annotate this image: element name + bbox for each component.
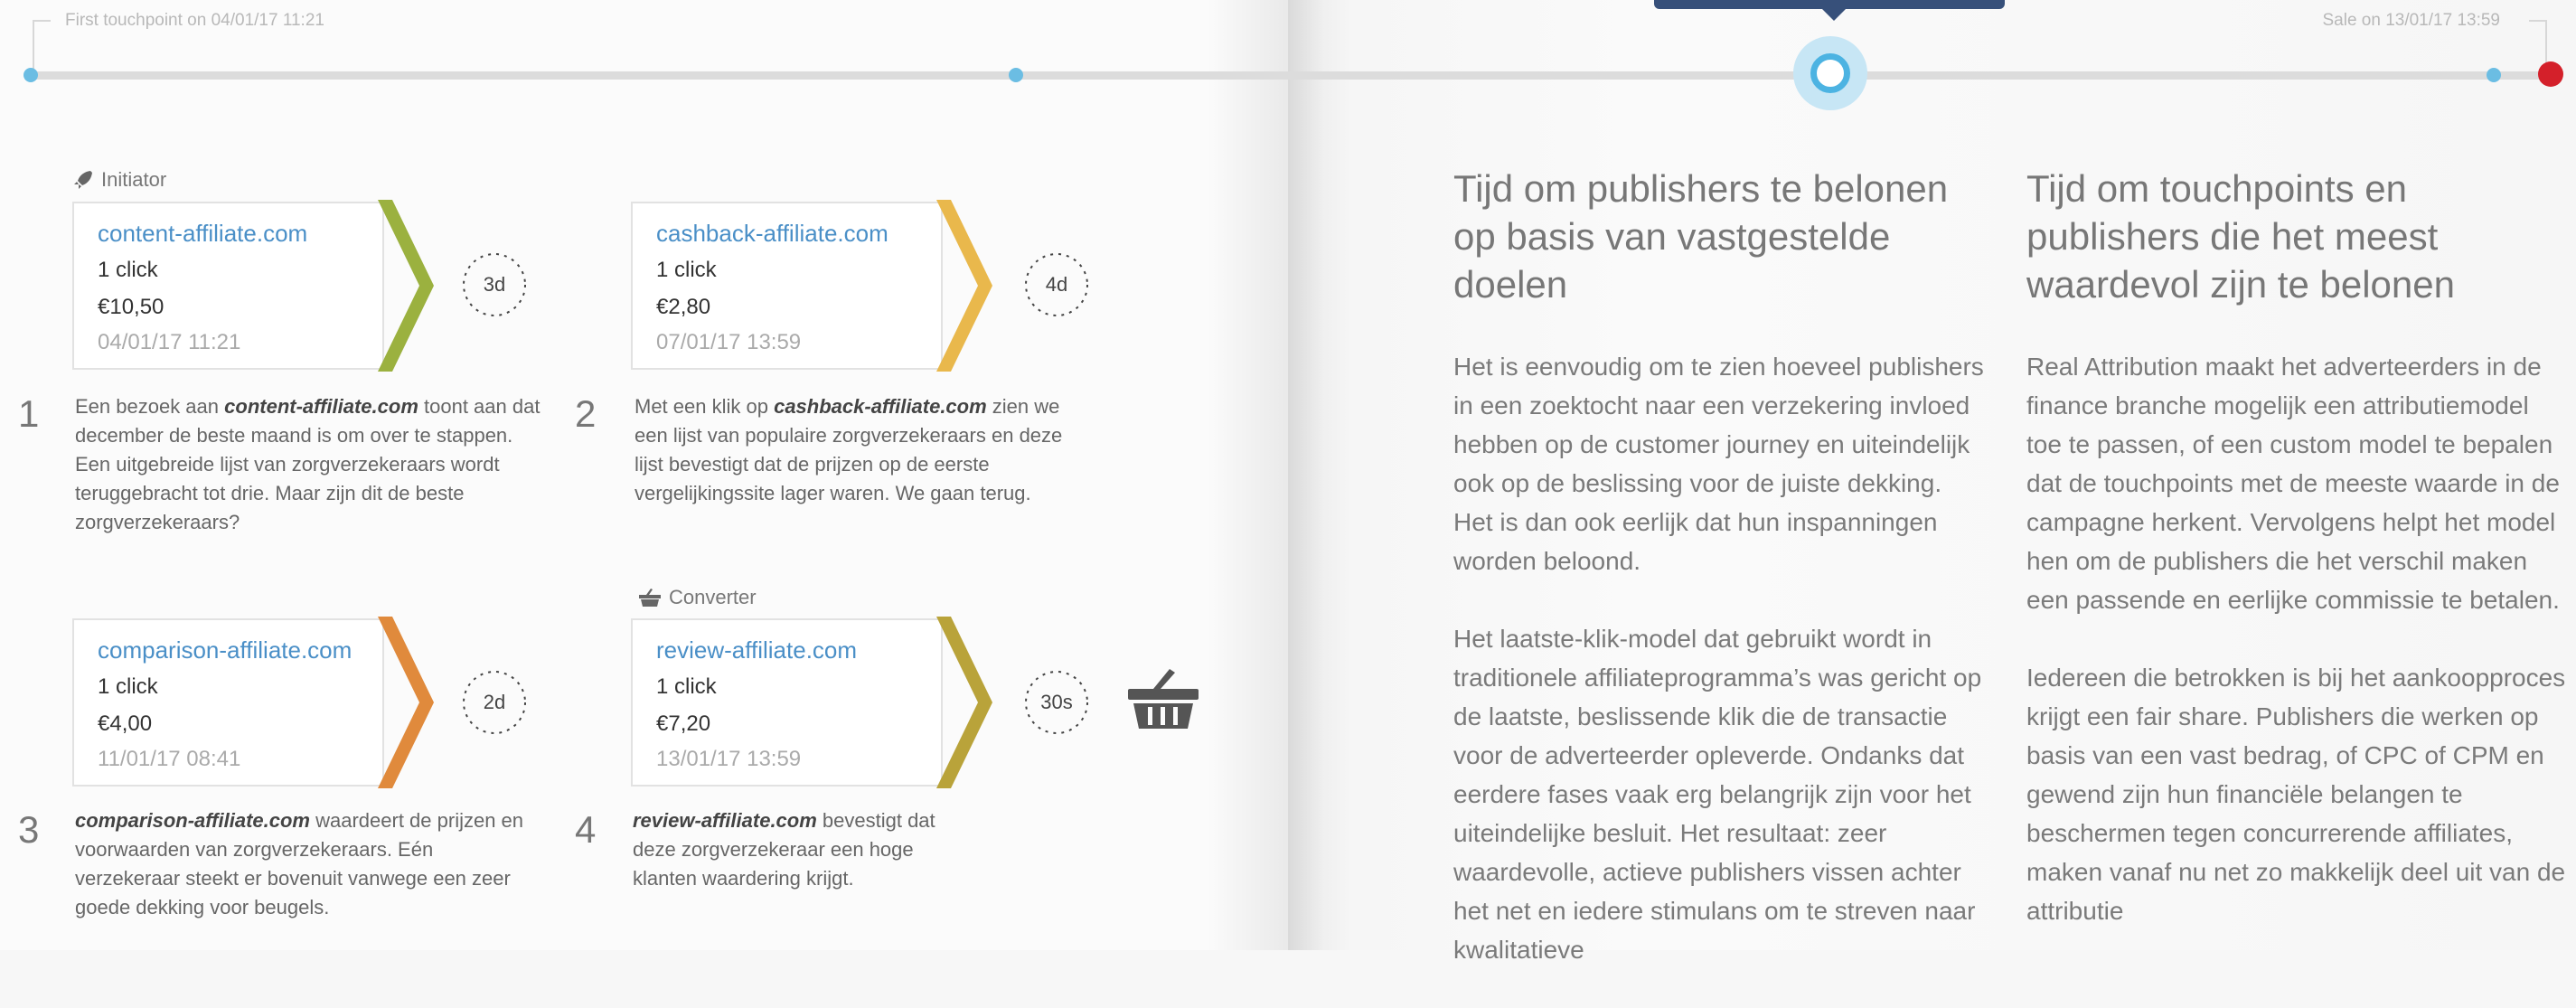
touchpoint-card-1[interactable]: content-affiliate.com 1 click €10,50 04/… — [72, 202, 384, 370]
column-1-title: Tijd om publishers te belonen op basis v… — [1453, 167, 1949, 306]
step-number-4: 4 — [575, 808, 597, 851]
timeline-dot-2[interactable] — [1009, 68, 1023, 82]
step-number-1: 1 — [18, 392, 40, 435]
touchpoint-card-3[interactable]: comparison-affiliate.com 1 click €4,00 1… — [72, 618, 384, 787]
timeline-sale-dot[interactable] — [2538, 61, 2563, 87]
timeline-dot-active[interactable] — [1810, 53, 1850, 93]
card-clicks: 1 click — [656, 258, 717, 282]
timeline-dot-1[interactable] — [24, 68, 38, 82]
role-converter: Converter — [638, 586, 757, 609]
card-clicks: 1 click — [656, 674, 717, 699]
timeline-track — [29, 71, 2552, 80]
step-number-2: 2 — [575, 392, 597, 435]
step-description-2: Met een klik op cashback-affiliate.com z… — [635, 392, 1068, 508]
step-description-4: review-affiliate.com bevestigt dat deze … — [633, 806, 976, 893]
role-converter-label: Converter — [669, 586, 757, 608]
card-amount: €2,80 — [656, 295, 711, 319]
column-1-paragraph-2: Het laatste-klik-model dat gebruikt word… — [1453, 625, 1982, 964]
sale-label: Sale on 13/01/17 13:59 — [2322, 11, 2500, 30]
timeline-tooltip — [1654, 0, 2005, 21]
column-2-paragraph-1: Real Attribution maakt het adverteerders… — [2026, 353, 2560, 614]
step-text-bold: review-affiliate.com — [633, 809, 817, 832]
chevron-arrow-1 — [378, 200, 434, 372]
first-touchpoint-label: First touchpoint on 04/01/17 11:21 — [65, 11, 324, 30]
column-1-body: Het is eenvoudig om te zien hoeveel publ… — [1453, 347, 1987, 1008]
chevron-arrow-4 — [936, 617, 992, 788]
column-2-title: Tijd om touchpoints en publishers die he… — [2026, 167, 2455, 306]
touchpoint-card-2[interactable]: cashback-affiliate.com 1 click €2,80 07/… — [631, 202, 943, 370]
step-description-1: Een bezoek aan content-affiliate.com too… — [75, 392, 545, 537]
card-amount: €10,50 — [98, 295, 165, 319]
card-date: 11/01/17 08:41 — [98, 747, 241, 771]
rocket-icon — [74, 171, 92, 189]
timeline-dot-4[interactable] — [2487, 68, 2501, 82]
gap-label-4: 30s — [1040, 691, 1073, 713]
column-1-paragraph-1: Het is eenvoudig om te zien hoeveel publ… — [1453, 353, 1984, 575]
gap-label-1: 3d — [483, 273, 506, 296]
touchpoint-card-4[interactable]: review-affiliate.com 1 click €7,20 13/01… — [631, 618, 943, 787]
step-description-3: comparison-affiliate.com waardeert de pr… — [75, 806, 527, 922]
card-amount: €4,00 — [98, 711, 153, 736]
card-date: 04/01/17 11:21 — [98, 330, 241, 354]
column-2-body: Real Attribution maakt het adverteerders… — [2026, 347, 2569, 969]
basket-icon — [639, 589, 661, 607]
card-date: 07/01/17 13:59 — [656, 330, 802, 354]
step-number-3: 3 — [18, 808, 40, 851]
card-clicks: 1 click — [98, 258, 158, 282]
chevron-arrow-2 — [936, 200, 992, 372]
step-text-before: Met een klik op — [635, 395, 775, 418]
shopping-basket-icon — [1128, 669, 1199, 729]
gap-label-3: 2d — [483, 691, 506, 713]
chevron-arrow-3 — [378, 617, 434, 788]
role-initiator-label: Initiator — [101, 168, 167, 191]
card-domain[interactable]: cashback-affiliate.com — [656, 220, 888, 248]
step-text-before: Een bezoek aan — [75, 395, 225, 418]
step-text-bold: comparison-affiliate.com — [75, 809, 310, 832]
step-text-bold: cashback-affiliate.com — [774, 395, 987, 418]
card-domain[interactable]: review-affiliate.com — [656, 636, 857, 664]
card-domain[interactable]: content-affiliate.com — [98, 220, 307, 248]
step-text-bold: content-affiliate.com — [224, 395, 418, 418]
gap-label-2: 4d — [1045, 273, 1068, 296]
card-amount: €7,20 — [656, 711, 711, 736]
card-clicks: 1 click — [98, 674, 158, 699]
card-date: 13/01/17 13:59 — [656, 747, 802, 771]
column-2-paragraph-2: Iedereen die betrokken is bij het aankoo… — [2026, 664, 2566, 925]
timeline-start-bracket — [33, 20, 51, 72]
card-domain[interactable]: comparison-affiliate.com — [98, 636, 352, 664]
role-initiator: Initiator — [72, 168, 166, 192]
